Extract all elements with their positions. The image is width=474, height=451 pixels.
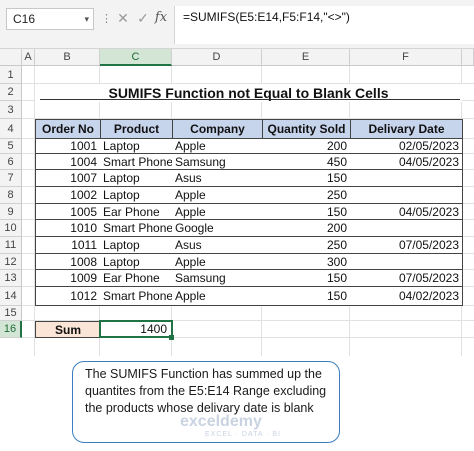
table-cell[interactable]: 1011 — [35, 237, 101, 254]
row-header-5[interactable]: 5 — [0, 139, 22, 154]
column-header-c[interactable]: C — [100, 49, 172, 66]
row-header-14[interactable]: 14 — [0, 287, 22, 306]
table-cell[interactable]: Laptop — [100, 254, 173, 270]
table-cell[interactable]: Smart Phone — [100, 220, 173, 237]
row-header-3[interactable]: 3 — [0, 101, 22, 119]
table-cell[interactable]: 1007 — [35, 170, 101, 187]
row-header-6[interactable]: 6 — [0, 154, 22, 170]
watermark-logo: exceldemy — [180, 413, 262, 430]
name-box[interactable]: C16 ▾ — [6, 8, 94, 30]
watermark-tagline: EXCEL · DATA · BI — [205, 431, 281, 438]
table-cell[interactable]: 1012 — [35, 287, 101, 306]
table-cell[interactable] — [350, 170, 463, 187]
table-cell[interactable] — [350, 220, 463, 237]
table-cell[interactable]: Apple — [172, 187, 263, 204]
row-header-7[interactable]: 7 — [0, 170, 22, 187]
table-cell[interactable]: 07/05/2023 — [350, 270, 463, 287]
table-cell[interactable]: 150 — [262, 287, 351, 306]
table-cell[interactable]: Asus — [172, 237, 263, 254]
row-header-10[interactable]: 10 — [0, 220, 22, 237]
table-cell[interactable]: 07/05/2023 — [350, 237, 463, 254]
table-cell[interactable]: 250 — [262, 187, 351, 204]
table-cell[interactable]: Laptop — [100, 187, 173, 204]
table-cell[interactable]: 1009 — [35, 270, 101, 287]
formula-bar-grip-icon: ⋮ — [101, 13, 112, 25]
fill-handle[interactable] — [169, 335, 174, 340]
row-header-15[interactable]: 15 — [0, 306, 22, 321]
cancel-icon[interactable]: ✕ — [114, 6, 132, 30]
sum-value-cell[interactable]: 1400 — [99, 320, 173, 338]
table-header-cell: Delivary Date — [350, 119, 463, 139]
table-cell[interactable]: 04/05/2023 — [350, 154, 463, 170]
column-header-f[interactable]: F — [350, 49, 462, 66]
row-header-4[interactable]: 4 — [0, 119, 22, 139]
name-box-value: C16 — [13, 12, 36, 26]
table-cell[interactable]: 1010 — [35, 220, 101, 237]
column-header-b[interactable]: B — [35, 49, 100, 66]
insert-function-icon[interactable]: fx — [152, 6, 170, 30]
table-cell[interactable]: 150 — [262, 170, 351, 187]
table-cell[interactable]: Samsung — [172, 154, 263, 170]
table-cell[interactable]: 1001 — [35, 139, 101, 154]
table-header-cell: Product — [100, 119, 173, 139]
table-cell[interactable]: 450 — [262, 154, 351, 170]
row-header-12[interactable]: 12 — [0, 254, 22, 270]
table-header-cell: Quantity Sold — [262, 119, 351, 139]
table-cell[interactable]: 200 — [262, 139, 351, 154]
title-underline — [40, 99, 460, 100]
table-cell[interactable]: 300 — [262, 254, 351, 270]
table-cell[interactable]: 1005 — [35, 204, 101, 220]
table-cell[interactable]: Smart Phone — [100, 287, 173, 306]
table-header-cell: Company — [172, 119, 263, 139]
table-cell[interactable]: Laptop — [100, 170, 173, 187]
row-header-11[interactable]: 11 — [0, 237, 22, 254]
table-cell[interactable]: 1004 — [35, 154, 101, 170]
select-all-corner[interactable] — [0, 49, 22, 66]
enter-icon[interactable]: ✓ — [134, 6, 152, 30]
row-header-8[interactable]: 8 — [0, 187, 22, 204]
table-cell[interactable]: Apple — [172, 204, 263, 220]
formula-bar: C16 ▾ ⋮ ✕ ✓ fx =SUMIFS(E5:E14,F5:F14,"<>… — [0, 0, 474, 49]
table-cell[interactable]: Samsung — [172, 270, 263, 287]
column-header-e[interactable]: E — [262, 49, 350, 66]
row-header-1[interactable]: 1 — [0, 66, 22, 84]
column-header-a[interactable]: A — [22, 49, 35, 66]
table-cell[interactable]: 200 — [262, 220, 351, 237]
table-cell[interactable]: Smart Phone — [100, 154, 173, 170]
table-cell[interactable]: 02/05/2023 — [350, 139, 463, 154]
table-cell[interactable]: Laptop — [100, 139, 173, 154]
table-cell[interactable]: 1002 — [35, 187, 101, 204]
chevron-down-icon[interactable]: ▾ — [84, 9, 89, 29]
row-header-9[interactable]: 9 — [0, 204, 22, 220]
column-header-d[interactable]: D — [172, 49, 262, 66]
table-cell[interactable] — [350, 254, 463, 270]
table-cell[interactable]: Ear Phone — [100, 270, 173, 287]
table-cell[interactable]: 250 — [262, 237, 351, 254]
table-cell[interactable]: 1008 — [35, 254, 101, 270]
table-cell[interactable]: 150 — [262, 204, 351, 220]
table-cell[interactable] — [350, 187, 463, 204]
table-cell[interactable]: Google — [172, 220, 263, 237]
table-cell[interactable]: 150 — [262, 270, 351, 287]
table-cell[interactable]: 04/02/2023 — [350, 287, 463, 306]
column-header-spacer — [462, 49, 474, 66]
sum-label: Sum — [35, 321, 101, 338]
row-header-2[interactable]: 2 — [0, 84, 22, 101]
row-header-13[interactable]: 13 — [0, 270, 22, 287]
formula-input[interactable]: =SUMIFS(E5:E14,F5:F14,"<>") — [174, 6, 474, 44]
table-cell[interactable]: 04/05/2023 — [350, 204, 463, 220]
table-cell[interactable]: Laptop — [100, 237, 173, 254]
table-cell[interactable]: Apple — [172, 254, 263, 270]
table-cell[interactable]: Apple — [172, 287, 263, 306]
table-cell[interactable]: Apple — [172, 139, 263, 154]
row-header-16[interactable]: 16 — [0, 321, 22, 338]
table-cell[interactable]: Asus — [172, 170, 263, 187]
table-cell[interactable]: Ear Phone — [100, 204, 173, 220]
table-header-cell: Order No — [35, 119, 101, 139]
